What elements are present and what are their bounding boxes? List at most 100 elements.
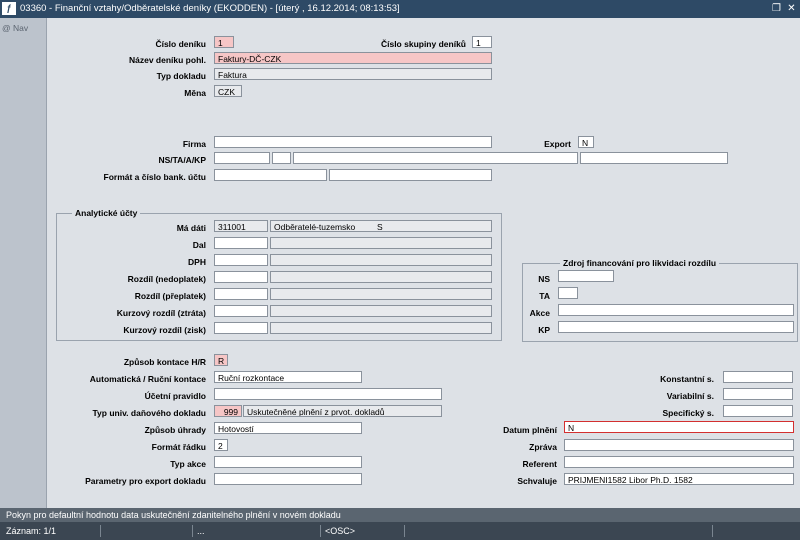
a-field[interactable] xyxy=(293,152,578,164)
status-segment-2: ... xyxy=(192,525,322,537)
ma-dati-label: Má dáti xyxy=(176,223,206,233)
typ-dokladu-field[interactable]: Faktura xyxy=(214,68,492,80)
window-title: 03360 - Finanční vztahy/Odběratelské den… xyxy=(20,3,400,14)
nazev-field[interactable]: Faktury-DČ-CZK xyxy=(214,52,492,64)
cislo-uctu-field[interactable] xyxy=(329,169,492,181)
ucetni-pravidlo-field[interactable] xyxy=(214,388,442,400)
parametry-export-field[interactable] xyxy=(214,473,362,485)
typ-akce-field[interactable] xyxy=(214,456,362,468)
variabilni-label: Variabilní s. xyxy=(666,391,714,401)
zpusob-kontace-field[interactable]: R xyxy=(214,354,228,366)
dph-desc xyxy=(270,254,492,266)
mena-field[interactable]: CZK xyxy=(214,85,242,97)
kurzovy-zisk-desc xyxy=(270,322,492,334)
cislo-deniku-label: Číslo deníku xyxy=(155,39,206,49)
typ-dokladu-label: Typ dokladu xyxy=(156,71,206,81)
status-segment-1 xyxy=(100,525,195,537)
kurzovy-zisk-label: Kurzový rozdíl (zisk) xyxy=(123,325,206,335)
analyticke-ucty-title: Analytické účty xyxy=(72,208,141,218)
schvaluje-label: Schvaluje xyxy=(517,476,557,486)
kp-field[interactable] xyxy=(580,152,728,164)
ns-field[interactable] xyxy=(214,152,270,164)
left-panel: @ Nav xyxy=(0,18,47,508)
specificky-label: Specifický s. xyxy=(662,408,714,418)
zprava-field[interactable] xyxy=(564,439,794,451)
kurzovy-zisk-code[interactable] xyxy=(214,322,268,334)
format-uctu-label: Formát a číslo bank. účtu xyxy=(103,172,207,182)
konstantni-field[interactable] xyxy=(723,371,793,383)
hint-text: Pokyn pro defaultní hodnotu data uskuteč… xyxy=(6,510,341,520)
schvaluje-field[interactable]: PRIJMENI1582 Libor Ph.D. 1582 xyxy=(564,473,794,485)
kurzovy-ztrata-desc xyxy=(270,305,492,317)
record-counter: Záznam: 1/1 xyxy=(6,526,57,536)
auto-kontace-label: Automatická / Ruční kontace xyxy=(89,374,206,384)
rozdil-preplatek-desc xyxy=(270,288,492,300)
rozdil-preplatek-label: Rozdíl (přeplatek) xyxy=(134,291,206,301)
zdroj-akce-field[interactable] xyxy=(558,304,794,316)
cislo-deniku-field[interactable]: 1 xyxy=(214,36,234,48)
typ-dan-code[interactable]: 999 xyxy=(214,405,242,417)
rozdil-nedoplatek-label: Rozdíl (nedoplatek) xyxy=(127,274,206,284)
status-bar: Záznam: 1/1 ... <OSC> xyxy=(0,522,800,540)
status-segment-3: <OSC> xyxy=(320,525,405,537)
typ-dan-label: Typ univ. daňového dokladu xyxy=(92,408,207,418)
referent-field[interactable] xyxy=(564,456,794,468)
export-field[interactable]: N xyxy=(578,136,594,148)
zdroj-ta-field[interactable] xyxy=(558,287,578,299)
nav-button[interactable]: @ Nav xyxy=(2,23,28,33)
status-segment-5 xyxy=(712,525,787,537)
zdroj-financovani-title: Zdroj financování pro likvidaci rozdílu xyxy=(560,258,720,268)
zdroj-kp-field[interactable] xyxy=(558,321,794,333)
kurzovy-ztrata-code[interactable] xyxy=(214,305,268,317)
ns-ta-a-kp-label: NS/TA/A/KP xyxy=(158,155,206,165)
zpusob-kontace-label: Způsob kontace H/R xyxy=(123,357,206,367)
close-icon[interactable]: ✕ xyxy=(785,2,798,15)
typ-akce-label: Typ akce xyxy=(170,459,206,469)
format-radku-field[interactable]: 2 xyxy=(214,439,228,451)
cislo-skupiny-field[interactable]: 1 xyxy=(472,36,492,48)
firma-label: Firma xyxy=(182,139,206,149)
nav-label: Nav xyxy=(13,23,29,33)
ma-dati-desc: Odběratelé-tuzemsko S xyxy=(270,220,492,232)
cislo-skupiny-label: Číslo skupiny deníků xyxy=(380,39,466,49)
datum-plneni-field[interactable]: N xyxy=(564,421,794,433)
format-radku-label: Formát řádku xyxy=(151,442,206,452)
rozdil-nedoplatek-desc xyxy=(270,271,492,283)
zdroj-ta-label: TA xyxy=(539,291,550,301)
ma-dati-flag: S xyxy=(377,222,383,232)
restore-icon[interactable]: ❐ xyxy=(770,2,783,15)
ta-field[interactable] xyxy=(272,152,291,164)
zdroj-ns-field[interactable] xyxy=(558,270,614,282)
specificky-field[interactable] xyxy=(723,405,793,417)
hint-line: Pokyn pro defaultní hodnotu data uskuteč… xyxy=(0,508,800,522)
dph-label: DPH xyxy=(188,257,206,267)
konstantni-label: Konstantní s. xyxy=(660,374,714,384)
format-uctu-field[interactable] xyxy=(214,169,327,181)
title-bar: ƒ 03360 - Finanční vztahy/Odběratelské d… xyxy=(0,0,800,18)
at-icon: @ xyxy=(2,23,11,33)
auto-kontace-field[interactable]: Ruční rozkontace xyxy=(214,371,362,383)
status-segment-4 xyxy=(404,525,709,537)
ucetni-pravidlo-label: Účetní pravidlo xyxy=(144,391,206,401)
export-label: Export xyxy=(544,139,571,149)
zdroj-kp-label: KP xyxy=(538,325,550,335)
variabilni-field[interactable] xyxy=(723,388,793,400)
rozdil-preplatek-code[interactable] xyxy=(214,288,268,300)
dal-desc xyxy=(270,237,492,249)
typ-dan-desc: Uskutečněné plnění z prvot. dokladů xyxy=(243,405,442,417)
zdroj-akce-label: Akce xyxy=(529,308,550,318)
zdroj-ns-label: NS xyxy=(538,274,550,284)
app-icon: ƒ xyxy=(2,2,16,15)
parametry-export-label: Parametry pro export dokladu xyxy=(85,476,206,486)
datum-plneni-label: Datum plnění xyxy=(503,425,557,435)
dph-code[interactable] xyxy=(214,254,268,266)
kurzovy-ztrata-label: Kurzový rozdíl (ztráta) xyxy=(116,308,206,318)
ma-dati-code[interactable]: 311001 xyxy=(214,220,268,232)
rozdil-nedoplatek-code[interactable] xyxy=(214,271,268,283)
dal-code[interactable] xyxy=(214,237,268,249)
ma-dati-desc-text: Odběratelé-tuzemsko xyxy=(274,222,356,232)
zprava-label: Zpráva xyxy=(529,442,557,452)
zpusob-uhrady-field[interactable]: Hotovostí xyxy=(214,422,362,434)
dal-label: Dal xyxy=(192,240,206,250)
firma-field[interactable] xyxy=(214,136,492,148)
